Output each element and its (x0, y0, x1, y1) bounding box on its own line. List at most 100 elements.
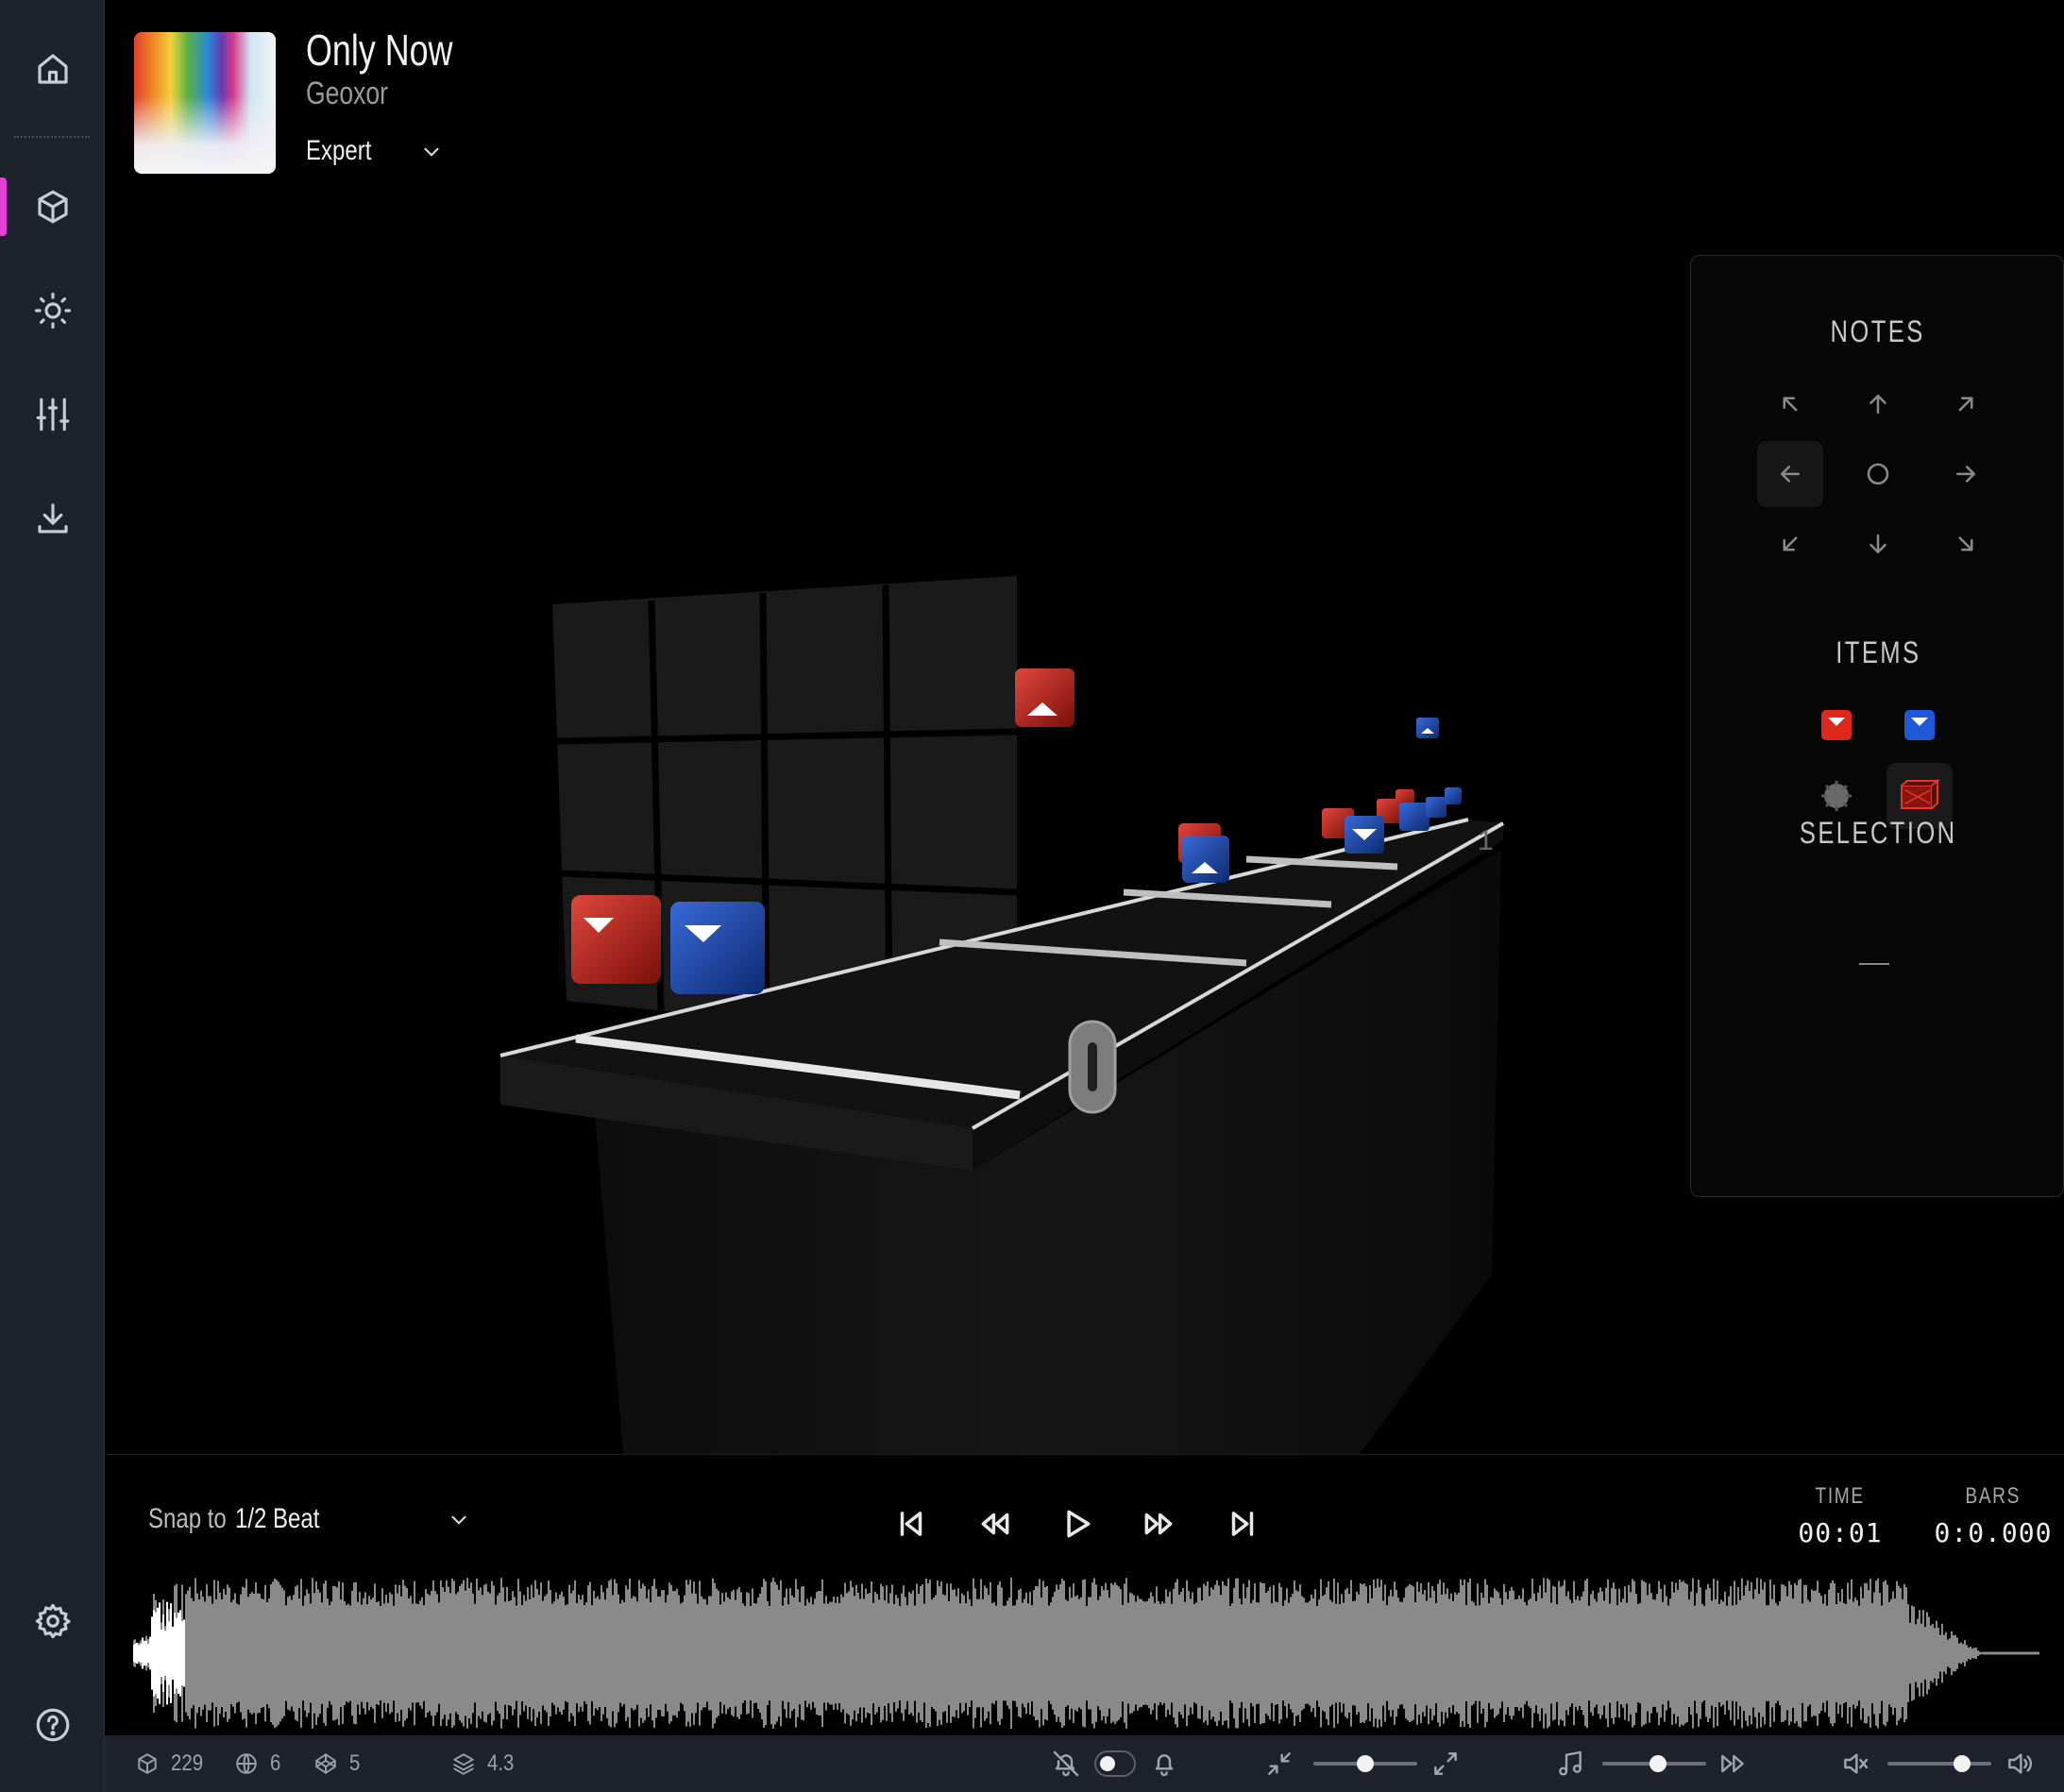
gear-icon (35, 1603, 71, 1639)
max-volume-button[interactable] (2005, 1749, 2035, 1779)
settings-button[interactable] (0, 1579, 105, 1664)
playback-speed-button[interactable] (1717, 1749, 1748, 1779)
note-red-floating[interactable] (1015, 668, 1074, 727)
jump-to-end-button[interactable] (1219, 1500, 1266, 1547)
rewind-icon (981, 1513, 1009, 1535)
difficulty-select[interactable]: Expert (306, 132, 448, 170)
obstacles-count: 5 (349, 1750, 361, 1776)
song-artist: Geoxor (306, 76, 388, 111)
events-count: 6 (270, 1750, 281, 1776)
globe-icon (236, 1753, 257, 1774)
jump-to-start-button[interactable] (888, 1500, 935, 1547)
direction-any[interactable] (1845, 441, 1911, 507)
time-value: 00:01 (1798, 1517, 1883, 1548)
fast-forward-icon (1144, 1513, 1173, 1535)
music-volume-button[interactable] (1555, 1749, 1585, 1779)
skip-forward-icon (1231, 1512, 1254, 1536)
arrow-down-right-icon (1958, 536, 1973, 551)
nps-stat: 4.3 (451, 1735, 518, 1792)
direction-up[interactable] (1845, 371, 1911, 437)
bars-label: BARS (1965, 1483, 2022, 1509)
mixer-view-button[interactable] (0, 372, 105, 457)
notes-view-button[interactable] (0, 164, 105, 249)
lighting-view-button[interactable] (0, 268, 105, 353)
time-readout: TIME 00:01 (1788, 1483, 1892, 1548)
tool-panel: NOTES ITEMS SELECTION (1690, 255, 2064, 1197)
expand-view-button[interactable] (1430, 1749, 1461, 1779)
notes-heading: NOTES (1830, 314, 1926, 348)
direction-up-right[interactable] (1933, 371, 1999, 437)
zoom-slider[interactable] (1313, 1755, 1417, 1772)
direction-down[interactable] (1845, 511, 1911, 577)
notifications-button[interactable] (1149, 1749, 1179, 1779)
download-icon (37, 503, 68, 533)
arrow-up-right-icon (1958, 397, 1973, 412)
music-note-icon (1559, 1750, 1582, 1776)
arrow-down-left-icon (1783, 536, 1798, 551)
home-button[interactable] (0, 26, 105, 111)
arrow-up-left-icon (1783, 397, 1798, 412)
cube-icon (138, 1753, 157, 1774)
red-note-tool[interactable] (1803, 692, 1869, 758)
help-icon (36, 1708, 69, 1742)
music-volume-slider[interactable] (1602, 1755, 1706, 1772)
bomb-icon (1821, 781, 1852, 811)
direction-right[interactable] (1933, 441, 1999, 507)
events-count-stat: 6 (234, 1735, 282, 1792)
selection-empty-indicator (1859, 963, 1889, 965)
arrow-left-icon (1781, 465, 1800, 482)
volume-slider-knob[interactable] (1954, 1755, 1971, 1772)
download-button[interactable] (0, 476, 105, 561)
note-blue-large[interactable] (670, 902, 765, 994)
volume-mute-icon (1844, 1753, 1869, 1774)
volume-slider[interactable] (1887, 1755, 1991, 1772)
play-button[interactable] (1053, 1500, 1100, 1547)
direction-left[interactable] (1757, 441, 1823, 507)
help-button[interactable] (0, 1682, 105, 1767)
shrink-view-button[interactable] (1264, 1749, 1294, 1779)
sidebar (0, 0, 105, 1792)
music-volume-slider-knob[interactable] (1650, 1755, 1666, 1772)
items-heading: ITEMS (1835, 635, 1921, 669)
playback-bar: Snap to 1/2 Beat TIME 00:01 BARS 0:0.000 (105, 1454, 2064, 1737)
snap-select[interactable]: Snap to 1/2 Beat (148, 1500, 466, 1538)
volume-high-icon (2008, 1753, 2032, 1774)
bars-value: 0:0.000 (1934, 1517, 2053, 1548)
notes-count-stat: 229 (135, 1735, 209, 1792)
mute-button[interactable] (1840, 1749, 1870, 1779)
rewind-button[interactable] (972, 1500, 1019, 1547)
direction-down-left[interactable] (1757, 511, 1823, 577)
home-icon (37, 54, 68, 84)
beat-marker-current (1068, 1020, 1117, 1114)
zoom-slider-knob[interactable] (1357, 1755, 1374, 1772)
chevron-down-icon (451, 1515, 466, 1525)
direction-up-left[interactable] (1757, 371, 1823, 437)
note-red-large[interactable] (571, 895, 661, 984)
chevron-down-icon (424, 147, 439, 157)
sliders-icon (36, 397, 69, 431)
skip-back-icon (900, 1512, 922, 1536)
snap-value: 1/2 Beat (235, 1503, 320, 1534)
note-blue-floating-far[interactable] (1416, 718, 1439, 738)
red-note-icon (1821, 710, 1852, 740)
sidebar-divider (14, 136, 90, 138)
codepen-icon (315, 1753, 336, 1774)
minimize-icon (1268, 1752, 1291, 1775)
audio-waveform[interactable] (133, 1578, 2040, 1729)
play-icon (1067, 1510, 1091, 1538)
circle-icon (1867, 463, 1889, 485)
blue-note-tool[interactable] (1886, 692, 1953, 758)
direction-down-right[interactable] (1933, 511, 1999, 577)
layers-icon (453, 1753, 474, 1775)
notification-toggle[interactable] (1094, 1750, 1136, 1777)
status-bar: 229 6 5 4.3 (105, 1735, 2064, 1792)
bell-icon (1155, 1754, 1174, 1777)
note-blue-mid[interactable] (1182, 836, 1229, 883)
fast-forward-button[interactable] (1135, 1500, 1182, 1547)
maximize-icon (1434, 1752, 1457, 1775)
snap-label: Snap to (148, 1503, 227, 1534)
arrow-down-icon (1869, 534, 1886, 553)
selection-heading: SELECTION (1799, 816, 1957, 850)
fast-forward-icon (1721, 1754, 1744, 1773)
mute-notifications-button[interactable] (1051, 1749, 1081, 1779)
